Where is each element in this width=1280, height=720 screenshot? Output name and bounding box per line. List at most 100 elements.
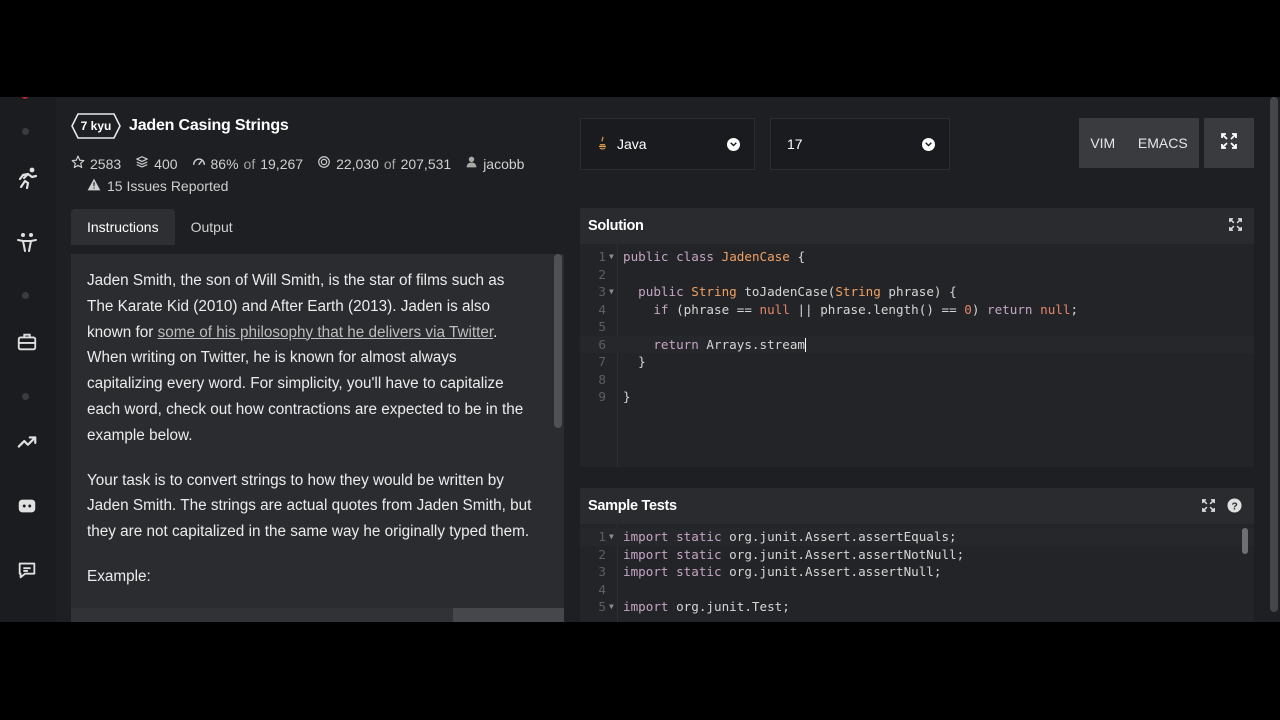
instructions-panel: Jaden Smith, the son of Will Smith, is t… [71, 254, 564, 622]
star-icon [71, 155, 85, 172]
code-line: 9} [580, 388, 1254, 406]
line-number: 5 [598, 599, 606, 614]
keybinding-modes: VIM EMACS [1079, 118, 1199, 168]
code-line: 5 ▼ import org.junit.Test; [580, 598, 1254, 616]
expand-icon [1221, 132, 1237, 154]
sample-tests-header: Sample Tests ? [580, 488, 1254, 524]
collections-count: 400 [154, 155, 178, 172]
solution-title: Solution [588, 218, 644, 234]
chart-icon [192, 155, 206, 172]
line-number: 1 [598, 529, 606, 544]
vertical-scrollbar[interactable] [554, 254, 562, 428]
line-number: 2 [598, 546, 606, 562]
line-number: 6 [598, 336, 606, 352]
java-icon [597, 135, 608, 153]
code-line: 4 if (phrase == null || phrase.length() … [580, 301, 1254, 319]
completed-count: 22,030 [336, 155, 379, 172]
line-number: 7 [598, 354, 606, 369]
description-paragraph: Your task is to convert strings to how t… [87, 471, 532, 541]
svg-text:?: ? [1231, 501, 1237, 512]
expand-icon[interactable] [1202, 499, 1215, 516]
sidebar [0, 97, 56, 622]
stars-stat[interactable]: 2583 [71, 155, 121, 172]
fold-icon[interactable]: ▼ [609, 598, 614, 616]
chevron-down-icon [727, 138, 740, 151]
code-line: 1 ▼ import static org.junit.Assert.assertE… [580, 528, 1254, 546]
kata-stats: 2583 400 86% of 19,267 22,030 of 207,531… [71, 155, 524, 172]
line-number: 5 [598, 319, 606, 334]
line-number: 4 [598, 301, 606, 317]
discord-icon[interactable] [14, 493, 40, 519]
line-number: 4 [598, 581, 606, 597]
code-line: 2 [580, 266, 1254, 284]
code-line: 3 import static org.junit.Assert.assertNu… [580, 563, 1254, 581]
sidebar-separator [22, 393, 29, 400]
language-select[interactable]: Java [580, 118, 755, 170]
fold-icon[interactable]: ▼ [609, 283, 614, 301]
emacs-mode-button[interactable]: EMACS [1138, 135, 1188, 151]
kata-trainer-icon[interactable] [14, 165, 40, 191]
fold-icon[interactable]: ▼ [609, 248, 614, 266]
target-icon [317, 155, 331, 172]
sample-tests-editor[interactable]: 1 ▼ import static org.junit.Assert.assertE… [580, 524, 1254, 622]
issues-link[interactable]: 15 Issues Reported [87, 178, 228, 194]
tab-instructions[interactable]: Instructions [71, 209, 175, 245]
rank-badge: 7 kyu [71, 113, 121, 139]
example-heading: Example: [87, 567, 151, 585]
author-stat[interactable]: jacobb [465, 155, 524, 172]
line-number: 3 [598, 564, 606, 579]
attempts-count: 207,531 [400, 155, 452, 172]
stars-count: 2583 [90, 155, 122, 172]
sidebar-separator [22, 128, 29, 135]
rank-label: 7 kyu [80, 119, 112, 133]
satisfaction-percent: 86% [210, 155, 239, 172]
satisfaction-stat: 86% of 19,267 [192, 155, 304, 172]
solution-editor[interactable]: 1 ▼ public class JadenCase { 2 3 ▼ public S… [580, 244, 1254, 467]
code-line: 3 ▼ public String toJadenCase(String phra… [580, 283, 1254, 301]
version-label: 17 [787, 136, 803, 152]
app-window: 7 kyu Jaden Casing Strings 2583 400 86% … [0, 97, 1280, 622]
description-tabs: Instructions Output [71, 209, 249, 245]
sidebar-separator [22, 292, 29, 299]
fold-icon[interactable]: ▼ [609, 528, 614, 546]
tests-scrollbar[interactable] [1242, 528, 1248, 554]
kata-title[interactable]: Jaden Casing Strings [129, 117, 289, 135]
description-paragraph: Jaden Smith, the son of Will Smith, is t… [87, 268, 534, 449]
code-line: 5 [580, 318, 1254, 336]
page-scrollbar[interactable] [1270, 97, 1278, 612]
line-number: 9 [598, 389, 606, 404]
paragraph-text: . When writing on Twitter, he is known f… [87, 323, 524, 444]
stack-icon [135, 155, 149, 172]
vim-mode-button[interactable]: VIM [1090, 135, 1115, 151]
practice-icon[interactable] [14, 229, 40, 255]
fullscreen-button[interactable] [1204, 118, 1254, 168]
code-line: 7 } [580, 353, 1254, 371]
collections-stat: 400 [135, 155, 178, 172]
trending-icon[interactable] [14, 429, 40, 455]
tab-output[interactable]: Output [175, 209, 249, 245]
chevron-down-icon [922, 138, 935, 151]
code-line: 1 ▼ public class JadenCase { [580, 248, 1254, 266]
expand-icon[interactable] [1229, 218, 1242, 235]
code-line: 2 import static org.junit.Assert.assertNo… [580, 546, 1254, 564]
version-select[interactable]: 17 [770, 118, 950, 170]
horizontal-scrollbar[interactable] [453, 608, 564, 622]
author-name: jacobb [483, 155, 525, 172]
language-label: Java [617, 136, 647, 152]
code-line: 8 [580, 371, 1254, 389]
code-line-active: 6 return Arrays.stream [580, 335, 1254, 353]
help-icon[interactable]: ? [1227, 498, 1242, 517]
issues-label: 15 Issues Reported [107, 178, 229, 194]
completed-stat: 22,030 of 207,531 [317, 155, 451, 172]
chat-icon[interactable] [14, 557, 40, 583]
votes-count: 19,267 [260, 155, 304, 172]
twitter-link[interactable]: some of his philosophy that he delivers … [158, 324, 494, 341]
sample-tests-title: Sample Tests [588, 498, 677, 514]
warning-icon [87, 178, 101, 194]
kata-info-column: 7 kyu Jaden Casing Strings 2583 400 86% … [71, 97, 566, 622]
text-cursor [805, 338, 806, 352]
briefcase-icon[interactable] [14, 329, 40, 355]
notification-dot [22, 97, 28, 99]
editor-column: Java 17 VIM EMACS Solution 1 ▼ public clas… [580, 97, 1270, 622]
completed-of: of [383, 155, 396, 172]
